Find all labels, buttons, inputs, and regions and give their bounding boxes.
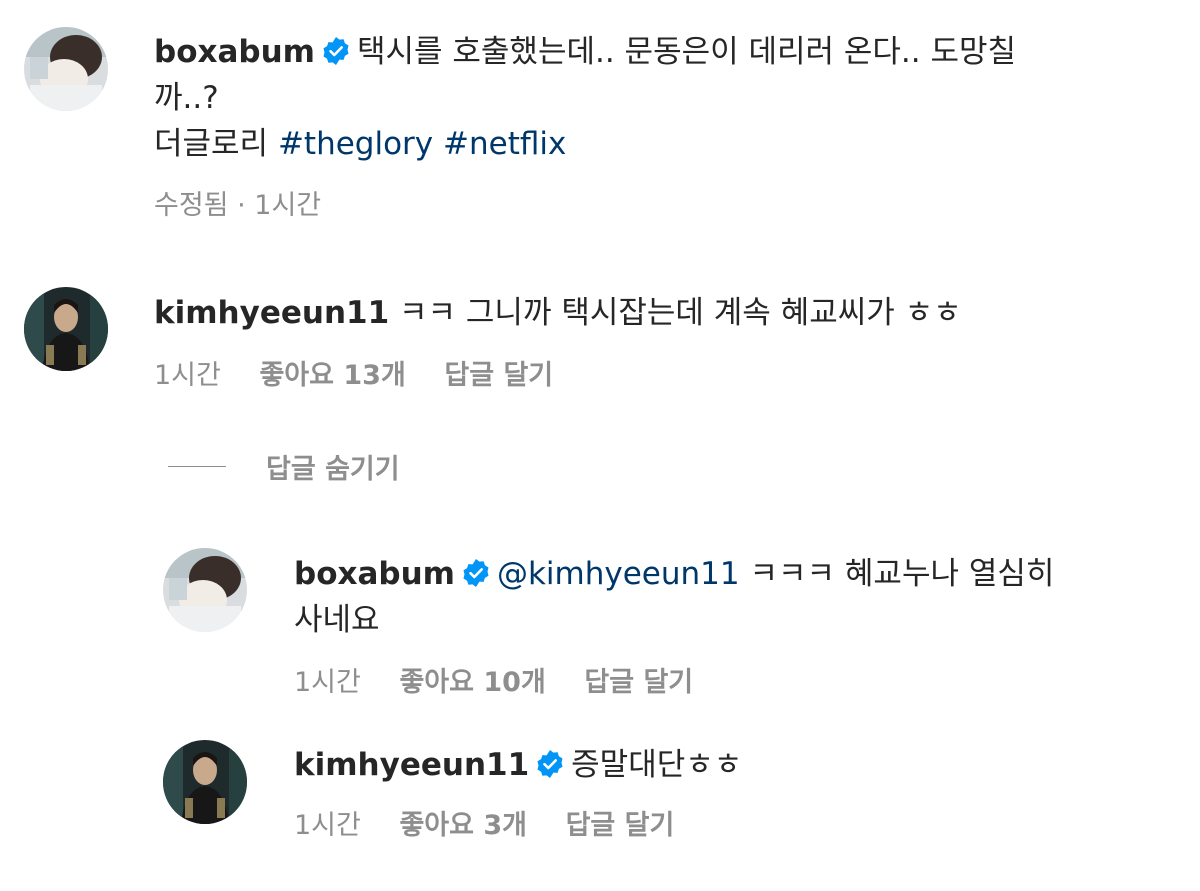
reply-username[interactable]: boxabum	[294, 556, 455, 592]
reply-likes[interactable]: 좋아요 10개	[399, 665, 545, 701]
caption-meta-text: 수정됨 · 1시간	[154, 190, 322, 221]
hide-replies-label: 답글 숨기기	[266, 453, 400, 485]
reply-time[interactable]: 1시간	[294, 665, 361, 701]
hashtag-netflix[interactable]: #netflix	[443, 126, 566, 162]
avatar-kimhyeeun11[interactable]	[24, 287, 108, 371]
avatar-image	[163, 740, 247, 824]
comment-content: ㅋㅋ 그니까 택시잡는데 계속 혜교씨가 ㅎㅎ	[399, 295, 962, 331]
comment-username[interactable]: kimhyeeun11	[154, 295, 389, 331]
caption-meta: 수정됨 · 1시간	[154, 188, 321, 224]
reply-username[interactable]: kimhyeeun11	[294, 747, 529, 783]
caption-line1: 택시를 호출했는데.. 문동은이 데리러 온다.. 도망칠	[356, 34, 1017, 70]
reply-reply-button[interactable]: 답글 달기	[584, 665, 693, 701]
comment-likes[interactable]: 좋아요 13개	[259, 358, 405, 394]
avatar-boxabum[interactable]	[163, 548, 247, 632]
avatar-image	[163, 548, 247, 632]
comment-reply-button[interactable]: 답글 달기	[444, 358, 553, 394]
caption-text: boxabum 택시를 호출했는데.. 문동은이 데리러 온다.. 도망칠 까..…	[154, 29, 1184, 167]
reply-content: 증말대단ㅎㅎ	[571, 747, 743, 783]
verified-badge-icon	[321, 36, 351, 66]
reply-content-line1: ㅋㅋㅋ 혜교누나 열심히	[749, 556, 1055, 592]
avatar-kimhyeeun11[interactable]	[163, 740, 247, 824]
divider-line	[168, 465, 226, 467]
reply-text: kimhyeeun11 증말대단ㅎㅎ	[294, 742, 1174, 788]
reply-meta: 1시간 좋아요 3개 답글 달기	[294, 808, 704, 844]
comment-time[interactable]: 1시간	[154, 358, 221, 394]
reply-mention[interactable]: @kimhyeeun11	[497, 556, 740, 592]
reply-reply-button[interactable]: 답글 달기	[566, 808, 675, 844]
reply-text: boxabum @kimhyeeun11 ㅋㅋㅋ 혜교누나 열심히 사네요	[294, 551, 1174, 643]
reply-meta: 1시간 좋아요 10개 답글 달기	[294, 665, 723, 701]
reply-content-line2: 사네요	[294, 602, 380, 638]
hashtag-theglory[interactable]: #theglory	[278, 126, 433, 162]
reply-time[interactable]: 1시간	[294, 808, 361, 844]
avatar-image	[24, 27, 108, 111]
avatar-boxabum[interactable]	[24, 27, 108, 111]
caption-line2: 까..?	[154, 80, 219, 116]
comments-panel: boxabum 택시를 호출했는데.. 문동은이 데리러 온다.. 도망칠 까..…	[0, 0, 1200, 891]
caption-line3: 더글로리	[154, 126, 269, 162]
verified-badge-icon	[461, 558, 491, 588]
verified-badge-icon	[535, 749, 565, 779]
avatar-image	[24, 287, 108, 371]
reply-likes[interactable]: 좋아요 3개	[399, 808, 527, 844]
hide-replies-button[interactable]: 답글 숨기기	[168, 446, 400, 486]
comment-text: kimhyeeun11 ㅋㅋ 그니까 택시잡는데 계속 혜교씨가 ㅎㅎ	[154, 290, 1184, 336]
caption-username[interactable]: boxabum	[154, 34, 315, 70]
comment-meta: 1시간 좋아요 13개 답글 달기	[154, 358, 583, 394]
